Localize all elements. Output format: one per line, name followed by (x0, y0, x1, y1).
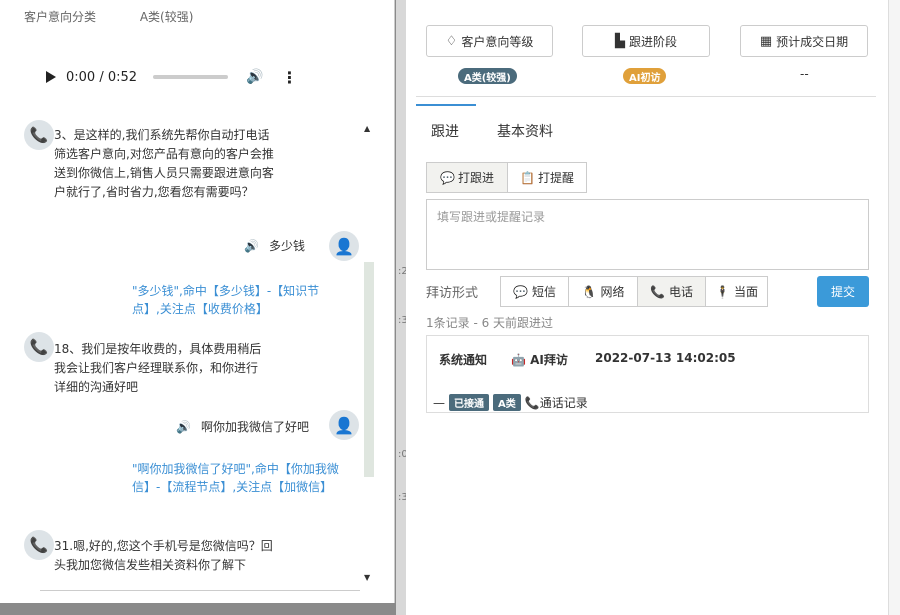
expected-deal-date-label: 预计成交日期 (776, 34, 849, 49)
phone-icon: 📞 (650, 284, 665, 299)
qq-icon: 🐧 (581, 284, 597, 299)
divider (40, 590, 360, 591)
bot-message-text: 18、我们是按年收费的，具体费用稍后我会让我们客户经理联系你，和你进行详细的沟通… (54, 342, 262, 394)
deal-date-value: -- (800, 67, 809, 81)
user-message: 🔊 多少钱 (244, 237, 305, 254)
record-card: 系统通知 🤖 AI拜访 2022-07-13 14:02:05 — 已接通 A类… (426, 335, 869, 413)
scroll-down-icon[interactable]: ▼ (364, 573, 370, 582)
follow-stage-button[interactable]: ▙ 跟进阶段 (582, 25, 710, 57)
hit-annotation: "多少钱",命中【多少钱】-【知识节点】,关注点【收费价格】 (132, 284, 320, 316)
visit-in-person-button[interactable]: 🕴 当面 (705, 276, 768, 307)
add-reminder-button[interactable]: 📋 打提醒 (507, 162, 587, 193)
bot-message: 📞 (24, 120, 54, 150)
phone-icon: 📞 (524, 396, 540, 410)
add-reminder-label: 打提醒 (537, 171, 574, 185)
record-source: 🤖 AI拜访 (511, 351, 568, 368)
calculator-icon: ▦ (759, 33, 773, 49)
active-tab-indicator (416, 104, 476, 106)
visit-in-person-label: 当面 (733, 285, 758, 299)
speaker-icon[interactable]: 🔊 (176, 420, 191, 434)
android-icon: 🤖 (511, 353, 526, 367)
record-type: 系统通知 (439, 353, 488, 367)
phone-icon: 📞 (24, 332, 54, 362)
visit-phone-label: 电话 (668, 285, 693, 299)
bot-message-text: 31.嗯,好的,您这个手机号是您微信吗？回头我加您微信发些相关资料你了解下 (54, 539, 273, 572)
record-time: 2022-07-13 14:02:05 (595, 351, 736, 365)
level-badge: A类 (493, 394, 521, 411)
phone-icon: 📞 (24, 530, 54, 560)
record-footer: — 已接通 A类 📞通话记录 (433, 394, 588, 411)
user-avatar-icon: 👤 (329, 410, 359, 440)
expected-deal-date-button[interactable]: ▦ 预计成交日期 (740, 25, 868, 57)
visit-form-label: 拜访形式 (426, 286, 479, 301)
level-badge: A类(较强) (458, 68, 517, 84)
scrollbar-thumb[interactable] (364, 262, 374, 477)
message-icon: 💬 (513, 284, 528, 299)
more-options-icon[interactable]: ⋮ (281, 68, 297, 87)
detail-panel: ♢ 客户意向等级 ▙ 跟进阶段 ▦ 预计成交日期 A类(较强) AI初访 -- … (406, 0, 888, 615)
user-message-text: 啊你加我微信了好吧 (200, 420, 309, 434)
bot-message: 📞 (24, 332, 54, 362)
audio-player[interactable]: 0:00 / 0:52 🔊 ⋮ (30, 58, 310, 96)
visit-network-button[interactable]: 🐧 网络 (568, 276, 638, 307)
panel-splitter (396, 0, 406, 615)
hit-annotation: "啊你加我微信了好吧",命中【你加我微信】-【流程节点】,关注点【加微信】 (132, 462, 339, 494)
record-source-label: AI拜访 (530, 353, 568, 367)
factory-icon: ▙ (614, 33, 625, 49)
right-scroll-edge (888, 0, 900, 615)
intent-label: 客户意向分类 (24, 10, 97, 24)
bot-message: 📞 (24, 530, 54, 560)
call-record-label: 通话记录 (539, 396, 588, 410)
add-follow-label: 打跟进 (457, 171, 494, 185)
visit-sms-label: 短信 (531, 285, 556, 299)
phone-icon: 📞 (24, 120, 54, 150)
visit-phone-button[interactable]: 📞 电话 (637, 276, 706, 307)
follow-record-input[interactable]: 填写跟进或提醒记录 (426, 199, 869, 270)
audio-progress-bar[interactable] (153, 75, 229, 79)
visit-network-label: 网络 (600, 285, 625, 299)
user-message: 🔊 啊你加我微信了好吧 (176, 418, 309, 435)
tab-basic-info[interactable]: 基本资料 (497, 121, 553, 141)
submit-button[interactable]: 提交 (817, 276, 869, 307)
record-dash: — (433, 395, 445, 410)
intent-level-button[interactable]: ♢ 客户意向等级 (426, 25, 553, 57)
record-count: 1条记录 - 6 天前跟进过 (426, 316, 554, 330)
stage-badge: AI初访 (623, 68, 667, 84)
speaker-icon[interactable]: 🔊 (244, 239, 259, 253)
clipboard-icon: 📋 (520, 170, 535, 185)
user-message-text: 多少钱 (268, 239, 305, 253)
diamond-icon: ♢ (445, 33, 458, 49)
audio-time: 0:00 / 0:52 (66, 69, 138, 85)
volume-icon[interactable]: 🔊 (246, 69, 263, 85)
call-record-link[interactable]: 📞通话记录 (525, 394, 588, 411)
follow-stage-label: 跟进阶段 (628, 34, 677, 49)
chat-panel: 客户意向分类 A类(较强) 0:00 / 0:52 🔊 ⋮ 📞 3、是这样的,我… (0, 0, 395, 603)
bot-message-text: 3、是这样的,我们系统先帮你自动打电话筛选客户意向,对您产品有意向的客户会推送到… (54, 128, 274, 199)
intent-row: 客户意向分类 A类(较强) (24, 8, 193, 25)
user-avatar-icon: 👤 (329, 231, 359, 261)
scroll-up-icon[interactable]: ▲ (364, 124, 370, 133)
visit-sms-button[interactable]: 💬 短信 (500, 276, 569, 307)
person-icon: 🕴 (715, 284, 730, 299)
divider (416, 96, 876, 97)
tab-follow[interactable]: 跟进 (431, 121, 459, 141)
status-badge: 已接通 (449, 394, 489, 411)
intent-level-label: 客户意向等级 (461, 34, 534, 49)
comment-icon: 💬 (440, 170, 455, 185)
intent-value: A类(较强) (139, 10, 194, 24)
play-icon[interactable] (46, 71, 56, 83)
add-follow-button[interactable]: 💬 打跟进 (426, 162, 508, 193)
